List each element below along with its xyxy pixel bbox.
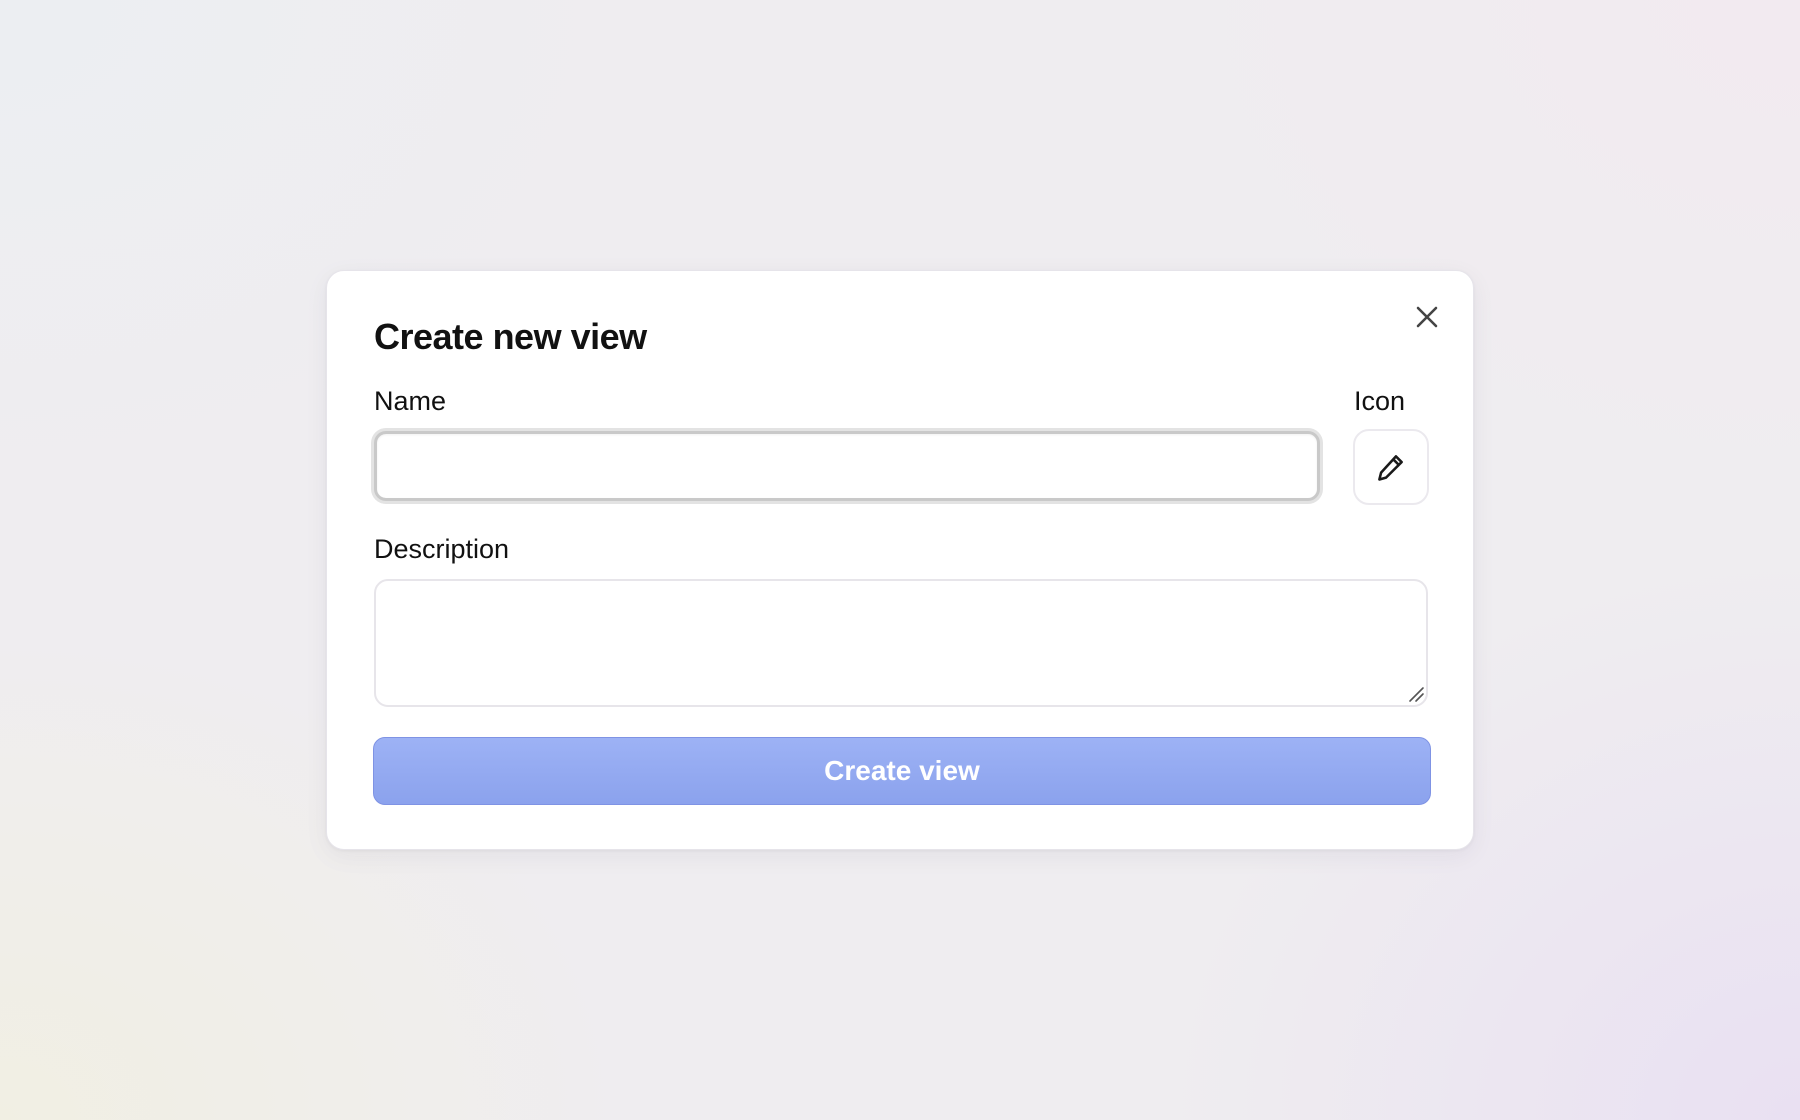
- icon-label: Icon: [1354, 386, 1406, 416]
- description-textarea[interactable]: [374, 579, 1428, 707]
- close-button[interactable]: [1409, 299, 1445, 335]
- icon-picker-button[interactable]: [1353, 429, 1429, 505]
- create-view-dialog: Create new view Name Icon Description Cr…: [326, 270, 1474, 850]
- pencil-icon: [1378, 455, 1403, 481]
- name-label: Name: [374, 386, 447, 416]
- create-view-button[interactable]: Create view: [373, 737, 1431, 805]
- resize-handle-icon[interactable]: [1407, 685, 1425, 703]
- name-input[interactable]: [374, 431, 1320, 501]
- close-icon: [1416, 306, 1438, 328]
- dialog-title: Create new view: [374, 316, 647, 357]
- description-label: Description: [374, 534, 510, 564]
